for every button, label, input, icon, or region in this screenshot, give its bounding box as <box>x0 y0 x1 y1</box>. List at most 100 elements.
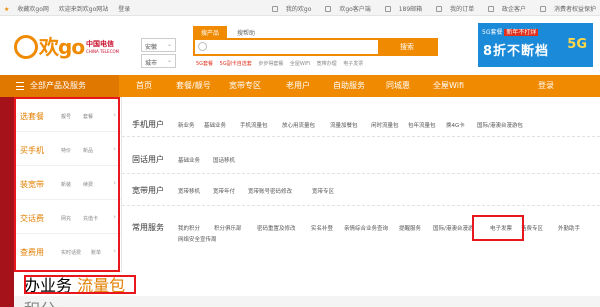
chevron-right-icon: › <box>113 111 116 119</box>
mail-link[interactable]: 189邮箱 <box>379 6 422 13</box>
section-mobile-users: 手机用户 新业务 基础业务 手机流量包 放心用流量包 流量加餐包 闲时流量包 包… <box>122 97 600 137</box>
enterprise-link[interactable]: 政企客户 <box>482 6 526 13</box>
sidebar-item-phones[interactable]: 买手机 特价 新品 › <box>15 134 121 166</box>
my-huango-link[interactable]: 我的欢go <box>266 6 311 13</box>
category-sidebar: 选套餐 靓号 套餐 › 买手机 特价 新品 › 装宽带 新装 续费 › 交话费 … <box>14 97 122 272</box>
left-accent-bar <box>0 97 14 307</box>
phone-icon <box>325 6 332 12</box>
nav-item-existing-users[interactable]: 老用户 <box>286 75 310 97</box>
client-link[interactable]: 欢go客户端 <box>319 6 371 13</box>
chevron-right-icon: › <box>113 145 116 153</box>
carrier-logo: 中国电信 CHINA TELECOM <box>86 40 120 54</box>
service-link[interactable]: 外勤助手 <box>558 224 580 232</box>
chevron-down-icon: ⌄ <box>166 57 172 64</box>
all-products-menu[interactable]: 全部产品及服务 <box>0 75 119 97</box>
search-box: 搜索 <box>193 38 438 56</box>
nav-item-login[interactable]: 登录 <box>538 75 554 97</box>
city-select[interactable]: 城市 ⌄ <box>141 54 176 68</box>
service-link[interactable]: 我的积分 <box>178 224 200 232</box>
service-link[interactable]: 亲情综合业务查询 <box>344 224 388 232</box>
site-logo[interactable]: 欢go <box>14 31 85 60</box>
tab-products[interactable]: 搜产品 <box>193 26 228 38</box>
service-link[interactable]: 手机流量包 <box>240 121 268 129</box>
nav-item-plans[interactable]: 套餐/靓号 <box>176 75 211 97</box>
section-broadband-users: 宽带用户 宽带移机 宽带年付 宽带账号密码修改 宽带专区 <box>122 174 600 206</box>
service-link[interactable]: 国际/港澳台漫游包 <box>477 121 523 129</box>
service-link[interactable]: 基础业务 <box>178 156 200 164</box>
chevron-right-icon: › <box>113 179 116 187</box>
hot-term[interactable]: 电子发票 <box>343 61 363 67</box>
hot-term[interactable]: 5G副卡自选套 <box>220 61 252 67</box>
chevron-right-icon: › <box>113 213 116 221</box>
top-bar: ★ 收藏欢go网 欢迎来到欢go网站 登录 我的欢go 欢go客户端 189邮箱 … <box>0 0 600 16</box>
logo-icon <box>14 35 38 59</box>
5g-badge: 5G <box>567 37 587 52</box>
service-link[interactable]: 换4G卡 <box>446 121 465 129</box>
shield-icon <box>539 6 546 12</box>
sidebar-item-recharge[interactable]: 交话费 网充 充值卡 › <box>15 202 121 234</box>
mail-icon <box>384 6 391 12</box>
search-icon <box>198 42 207 51</box>
chevron-right-icon: › <box>113 247 116 255</box>
section-title: 固话用户 <box>132 155 164 164</box>
sidebar-item-plans[interactable]: 选套餐 靓号 套餐 › <box>15 100 121 132</box>
service-link[interactable]: 放心用流量包 <box>282 121 315 129</box>
service-link[interactable]: 宽带账号密码修改 <box>248 187 292 195</box>
section-landline-users: 固话用户 基础业务 国话移机 <box>122 137 600 174</box>
service-link[interactable]: 提醒服务 <box>399 224 421 232</box>
chevron-down-icon: ⌄ <box>166 41 172 48</box>
menu-icon <box>16 82 24 90</box>
order-icon <box>436 6 443 12</box>
sidebar-item-services[interactable]: 办业务 流量包 积分 › <box>24 272 136 307</box>
nav-item-local-deals[interactable]: 同城惠 <box>386 75 410 97</box>
login-link[interactable]: 登录 <box>118 6 130 13</box>
tab-help[interactable]: 搜帮助 <box>227 26 265 38</box>
section-common-services: 常用服务 我的积分 积分俱乐部 密码重置及修改 实名补登 亲情综合业务查询 提醒… <box>122 206 600 272</box>
sidebar-item-broadband[interactable]: 装宽带 新装 续费 › <box>15 168 121 200</box>
service-link[interactable]: 宽带专区 <box>312 187 334 195</box>
service-link[interactable]: 闲时流量包 <box>371 121 399 129</box>
service-link[interactable]: 密码重置及修改 <box>257 224 296 232</box>
star-icon: ★ <box>4 6 10 13</box>
nav-item-whole-house-wifi[interactable]: 全屋Wifi <box>433 75 464 97</box>
orders-link[interactable]: 我的订单 <box>430 6 474 13</box>
section-title: 手机用户 <box>132 120 164 129</box>
user-icon <box>271 6 278 12</box>
service-link[interactable]: 流量加餐包 <box>330 121 358 129</box>
building-icon <box>488 6 495 12</box>
service-link[interactable]: 实名补登 <box>311 224 333 232</box>
promo-banner[interactable]: 5G套餐 新年不打烊 8折不断档 5G <box>478 23 593 67</box>
service-link[interactable]: 话费专区 <box>521 224 543 232</box>
service-link-e-invoice[interactable]: 电子发票 <box>490 224 512 232</box>
search-button[interactable]: 搜索 <box>378 40 436 54</box>
service-link[interactable]: 国际/港澳台漫游 <box>433 224 473 232</box>
sidebar-item-billing[interactable]: 查费用 实时话费 账单 › <box>15 236 121 268</box>
service-link[interactable]: 新业务 <box>178 121 195 129</box>
hot-term[interactable]: 5G套餐 <box>196 61 213 67</box>
hot-term[interactable]: 宽带办理 <box>317 61 337 67</box>
service-link[interactable]: 宽带年付 <box>213 187 235 195</box>
service-link[interactable]: 基础业务 <box>204 121 226 129</box>
chevron-right-icon: › <box>61 300 67 307</box>
nav-item-broadband[interactable]: 宽带专区 <box>229 75 261 97</box>
hot-term[interactable]: 步步得套餐 <box>258 61 283 67</box>
services-panel: 手机用户 新业务 基础业务 手机流量包 放心用流量包 流量加餐包 闲时流量包 包… <box>122 97 600 272</box>
service-link[interactable]: 宽带移机 <box>178 187 200 195</box>
service-link[interactable]: 积分俱乐部 <box>214 224 242 232</box>
hot-term[interactable]: 全屋WiFi <box>290 61 310 67</box>
search-input[interactable] <box>211 42 371 52</box>
section-title: 常用服务 <box>132 223 164 232</box>
service-link[interactable]: 网络安全宣传周 <box>178 235 217 243</box>
consumer-rights-link[interactable]: 消费者权益保护 <box>534 6 596 13</box>
province-select[interactable]: 安徽 ⌄ <box>141 38 176 52</box>
bottom-strip <box>14 296 600 307</box>
nav-item-home[interactable]: 首页 <box>136 75 152 97</box>
nav-item-self-service[interactable]: 自助服务 <box>333 75 365 97</box>
favorite-link[interactable]: ★ 收藏欢go网 <box>4 6 49 13</box>
service-link[interactable]: 包年流量包 <box>408 121 436 129</box>
hot-search-terms: 5G套餐 5G副卡自选套 步步得套餐 全屋WiFi 宽带办理 电子发票 <box>196 60 368 67</box>
main-nav: 全部产品及服务 首页 套餐/靓号 宽带专区 老用户 自助服务 同城惠 全屋Wif… <box>0 75 600 97</box>
section-title: 宽带用户 <box>132 186 164 195</box>
service-link[interactable]: 国话移机 <box>213 156 235 164</box>
welcome-text: 欢迎来到欢go网站 <box>58 6 109 13</box>
